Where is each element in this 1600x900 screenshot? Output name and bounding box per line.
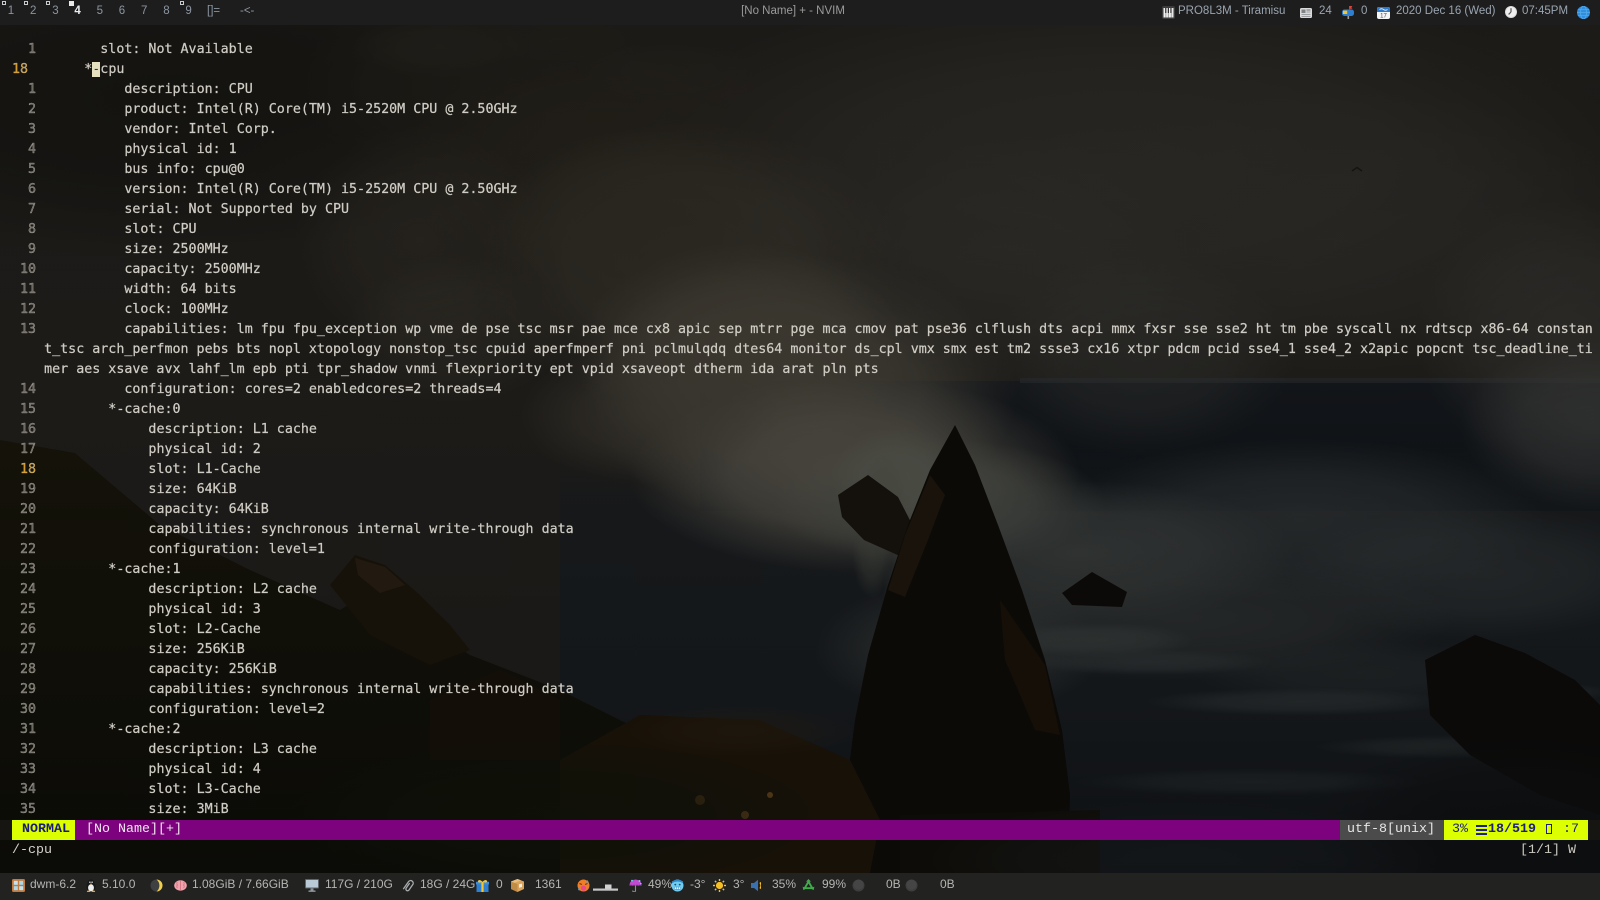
svg-text:17: 17 bbox=[1380, 14, 1387, 20]
